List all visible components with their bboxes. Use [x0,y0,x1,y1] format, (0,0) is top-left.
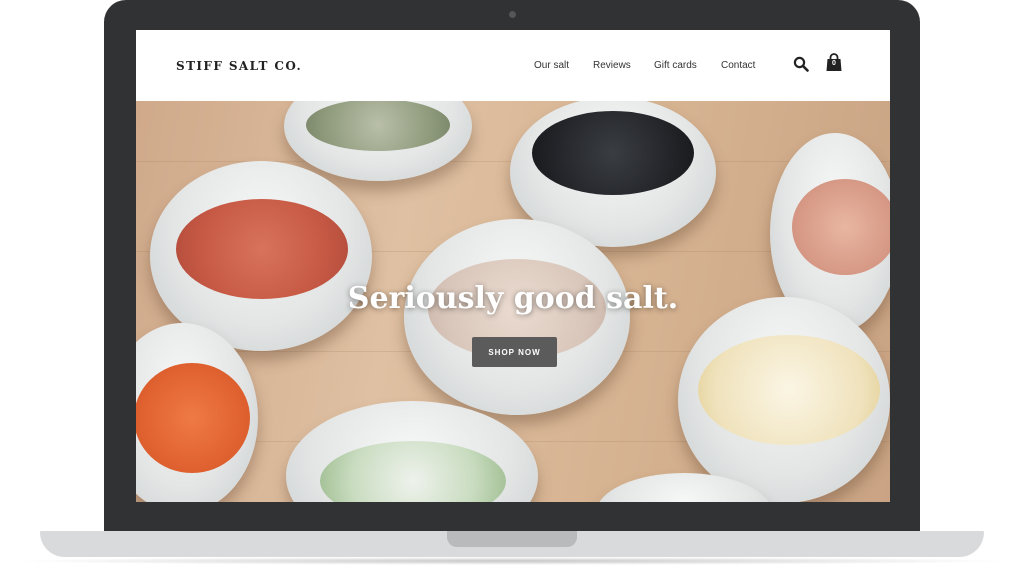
search-icon[interactable] [793,56,809,72]
salt-bowl-white [404,219,630,415]
nav-our-salt[interactable]: Our salt [534,60,569,71]
salt-bowl-orange [136,323,258,502]
nav-reviews[interactable]: Reviews [593,60,631,71]
salt-bowl-herb [284,101,472,181]
site-logo[interactable]: STIFF SALT CO. [176,59,302,73]
browser-screen: STIFF SALT CO. Our salt Reviews Gift car… [136,30,890,502]
shop-now-button[interactable]: SHOP NOW [472,337,557,367]
nav-gift-cards[interactable]: Gift cards [654,60,697,71]
cart-count-badge: 0 [832,60,836,67]
laptop-base-notch [447,531,577,547]
camera-dot [509,11,516,18]
salt-bowl-citrus [678,297,890,502]
shopping-bag-icon[interactable]: 0 [826,53,842,72]
nav-contact[interactable]: Contact [721,60,755,71]
hero-banner: Seriously good salt. SHOP NOW [136,101,890,502]
laptop-shadow [6,557,1018,565]
salt-bowl-lime [286,401,538,502]
site-header: STIFF SALT CO. Our salt Reviews Gift car… [136,30,890,101]
hero-title: Seriously good salt. [347,281,679,316]
